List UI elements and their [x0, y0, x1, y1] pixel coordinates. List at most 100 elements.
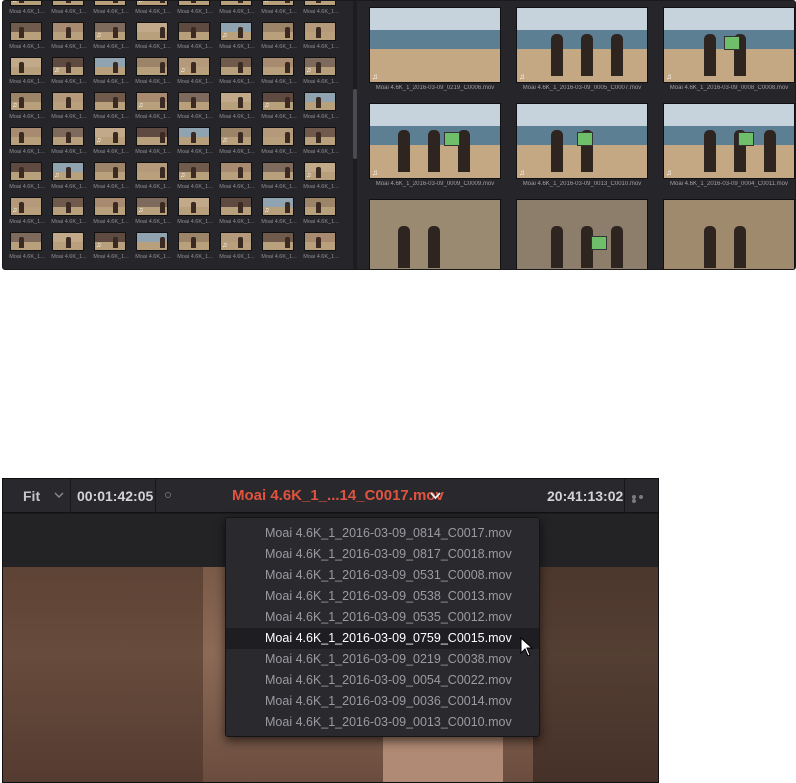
clip-thumbnail[interactable]: Moai 4.6K_1...	[259, 232, 299, 265]
dropdown-clip-item[interactable]: Moai 4.6K_1_2016-03-09_0814_C0017.mov	[226, 523, 539, 544]
dropdown-clip-item[interactable]: Moai 4.6K_1_2016-03-09_0531_C0008.mov	[226, 565, 539, 586]
clip-thumbnail[interactable]: ♫ Moai 4.6K_1...	[217, 127, 257, 160]
chevron-down-icon[interactable]	[429, 489, 442, 502]
media-pool-scrollbar[interactable]	[353, 1, 357, 269]
clip-thumbnail[interactable]: Moai 4.6K_1...	[91, 92, 131, 125]
audio-icon: ♫	[138, 207, 144, 214]
clip-thumbnail[interactable]: ♫ Moai 4.6K_1...	[301, 57, 341, 90]
clip-thumbnail[interactable]: Moai 4.6K_1...	[133, 22, 173, 55]
clip-thumbnail[interactable]: Moai 4.6K_1...	[259, 127, 299, 160]
clip-thumbnail[interactable]: ♫ Moai 4.6K_1...	[175, 162, 215, 195]
clip-label: Moai 4.6K_1...	[135, 114, 171, 120]
clip-thumbnail-large[interactable]: ♫ Moai 4.6K_1_2016-03-09_0013_C0010.mov	[506, 97, 650, 193]
dropdown-clip-item[interactable]: Moai 4.6K_1_2016-03-09_0219_C0038.mov	[226, 649, 539, 670]
clip-label: Moai 4.6K_1...	[219, 44, 255, 50]
clip-thumbnail[interactable]: Moai 4.6K_1...	[175, 197, 215, 230]
dropdown-clip-item[interactable]: Moai 4.6K_1_2016-03-09_0535_C0012.mov	[226, 607, 539, 628]
clip-thumbnail[interactable]: Moai 4.6K_1...	[133, 57, 173, 90]
clip-thumbnail[interactable]: Moai 4.6K_1...	[217, 92, 257, 125]
clip-thumbnail[interactable]: Moai 4.6K_1...	[7, 127, 47, 160]
clip-thumbnail[interactable]: Moai 4.6K_1...	[175, 22, 215, 55]
clip-thumbnail-large[interactable]: ♫ Moai 4.6K_1_2016-03-09_0005_C0007.mov	[506, 1, 650, 97]
clip-thumbnail[interactable]: ♫ Moai 4.6K_1...	[133, 1, 173, 20]
clip-thumbnail[interactable]: Moai 4.6K_1...	[217, 162, 257, 195]
clip-thumbnail[interactable]: Moai 4.6K_1...	[49, 1, 89, 20]
clip-thumbnail[interactable]: Moai 4.6K_1...	[301, 22, 341, 55]
clip-thumbnail[interactable]: ♫ Moai 4.6K_1...	[91, 22, 131, 55]
clip-thumbnail[interactable]: Moai 4.6K_1...	[133, 232, 173, 265]
clip-thumbnail[interactable]: Moai 4.6K_1...	[91, 197, 131, 230]
clip-thumbnail[interactable]: Moai 4.6K_1...	[217, 197, 257, 230]
clip-thumbnail[interactable]: ♫ Moai 4.6K_1...	[217, 22, 257, 55]
clip-label: Moai 4.6K_1...	[9, 219, 45, 225]
clip-thumbnail[interactable]: Moai 4.6K_1...	[217, 1, 257, 20]
clip-thumbnail[interactable]: Moai 4.6K_1...	[133, 127, 173, 160]
clip-thumbnail[interactable]: Moai 4.6K_1...	[301, 92, 341, 125]
clip-thumbnail[interactable]: Moai 4.6K_1...	[91, 1, 131, 20]
clip-label: Moai 4.6K_1...	[9, 184, 45, 190]
clip-thumbnail[interactable]: Moai 4.6K_1...	[175, 1, 215, 20]
scrollbar-thumb[interactable]	[353, 89, 357, 159]
clip-thumbnail-large[interactable]: ♫ Moai 4.6K_1_2016-03-09_0219_C0006.mov	[359, 1, 503, 97]
clip-thumbnail[interactable]: Moai 4.6K_1...	[7, 232, 47, 265]
clip-thumbnail[interactable]: ♫ Moai 4.6K_1...	[7, 197, 47, 230]
clip-thumbnail[interactable]: Moai 4.6K_1...	[49, 92, 89, 125]
clip-thumbnail[interactable]: Moai 4.6K_1...	[49, 232, 89, 265]
clip-label: Moai 4.6K_1_2016-03-09_0004_C0011.mov	[670, 181, 788, 187]
clip-thumbnail[interactable]: ♫ Moai 4.6K_1...	[91, 127, 131, 160]
clip-thumbnail-large[interactable]: ♫ Moai 4.6K_1_2016-03-09_0004_C0011.mov	[653, 97, 795, 193]
clip-thumbnail[interactable]: ♫ Moai 4.6K_1...	[259, 1, 299, 20]
thumbnail-image: ♫	[52, 162, 84, 181]
zoom-label[interactable]: Fit	[23, 488, 40, 504]
clip-thumbnail[interactable]: Moai 4.6K_1...	[301, 232, 341, 265]
clip-thumbnail[interactable]: Moai 4.6K_1...	[49, 127, 89, 160]
clip-thumbnail[interactable]: ♫ Moai 4.6K_1...	[175, 57, 215, 90]
thumbnail-image: ♫	[10, 1, 42, 6]
clip-name-selector[interactable]: Moai 4.6K_1_...14_C0017.mov	[232, 487, 444, 504]
clip-thumbnail[interactable]: Moai 4.6K_1...	[259, 162, 299, 195]
clip-thumbnail-large[interactable]	[653, 193, 795, 269]
clip-thumbnail[interactable]: Moai 4.6K_1...	[49, 197, 89, 230]
clip-thumbnail[interactable]: Moai 4.6K_1...	[49, 22, 89, 55]
clip-thumbnail[interactable]: Moai 4.6K_1...	[217, 57, 257, 90]
more-options-icon[interactable]	[632, 495, 652, 503]
clip-thumbnail[interactable]: Moai 4.6K_1...	[301, 197, 341, 230]
clip-thumbnail[interactable]: Moai 4.6K_1...	[133, 162, 173, 195]
clip-thumbnail[interactable]: Moai 4.6K_1...	[175, 127, 215, 160]
clip-thumbnail[interactable]: Moai 4.6K_1...	[259, 22, 299, 55]
clip-thumbnail[interactable]: Moai 4.6K_1...	[175, 92, 215, 125]
clip-thumbnail[interactable]: ♫ Moai 4.6K_1...	[7, 1, 47, 20]
clip-thumbnail[interactable]: ♫ Moai 4.6K_1...	[7, 92, 47, 125]
clip-thumbnail[interactable]: Moai 4.6K_1...	[301, 1, 341, 20]
clip-label: Moai 4.6K_1...	[219, 184, 255, 190]
clip-thumbnail[interactable]: ♫ Moai 4.6K_1...	[301, 162, 341, 195]
clip-thumbnail[interactable]: Moai 4.6K_1...	[91, 57, 131, 90]
clip-thumbnail[interactable]: Moai 4.6K_1...	[175, 232, 215, 265]
clip-thumbnail-large[interactable]	[359, 193, 503, 269]
clip-thumbnail[interactable]: Moai 4.6K_1...	[7, 162, 47, 195]
dropdown-clip-item[interactable]: Moai 4.6K_1_2016-03-09_0759_C0015.mov	[226, 628, 539, 649]
clip-thumbnail[interactable]: ♫ Moai 4.6K_1...	[133, 197, 173, 230]
clip-thumbnail[interactable]: Moai 4.6K_1...	[91, 162, 131, 195]
dropdown-clip-item[interactable]: Moai 4.6K_1_2016-03-09_0538_C0013.mov	[226, 586, 539, 607]
clip-thumbnail-large[interactable]: ♫ Moai 4.6K_1_2016-03-09_0009_C0009.mov	[359, 97, 503, 193]
chevron-down-icon[interactable]	[53, 489, 65, 501]
thumbnail-image	[178, 197, 210, 216]
clip-thumbnail[interactable]: ♫ Moai 4.6K_1...	[91, 232, 131, 265]
clip-thumbnail[interactable]: ♫ Moai 4.6K_1...	[259, 92, 299, 125]
clip-thumbnail[interactable]: ♫ Moai 4.6K_1...	[217, 232, 257, 265]
clip-thumbnail[interactable]: ♫ Moai 4.6K_1...	[133, 92, 173, 125]
clip-thumbnail[interactable]: Moai 4.6K_1...	[259, 57, 299, 90]
dropdown-clip-item[interactable]: Moai 4.6K_1_2016-03-09_0817_C0018.mov	[226, 544, 539, 565]
dropdown-clip-item[interactable]: Moai 4.6K_1_2016-03-09_0036_C0014.mov	[226, 691, 539, 712]
clip-thumbnail-large[interactable]	[506, 193, 650, 269]
dropdown-clip-item[interactable]: Moai 4.6K_1_2016-03-09_0013_C0010.mov	[226, 712, 539, 733]
clip-thumbnail[interactable]: Moai 4.6K_1...	[7, 57, 47, 90]
clip-thumbnail-large[interactable]: ♫ Moai 4.6K_1_2016-03-09_0008_C0008.mov	[653, 1, 795, 97]
clip-thumbnail[interactable]: ♫ Moai 4.6K_1...	[259, 197, 299, 230]
clip-thumbnail[interactable]: Moai 4.6K_1...	[301, 127, 341, 160]
clip-thumbnail[interactable]: Moai 4.6K_1...	[7, 22, 47, 55]
clip-thumbnail[interactable]: ♫ Moai 4.6K_1...	[49, 57, 89, 90]
dropdown-clip-item[interactable]: Moai 4.6K_1_2016-03-09_0054_C0022.mov	[226, 670, 539, 691]
clip-thumbnail[interactable]: ♫ Moai 4.6K_1...	[49, 162, 89, 195]
